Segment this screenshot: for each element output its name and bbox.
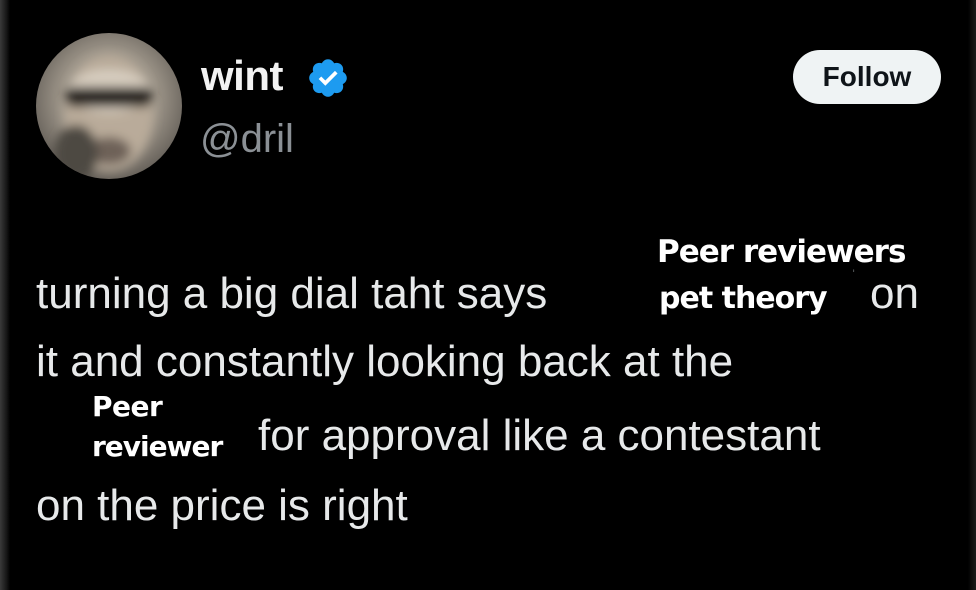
- left-edge-shadow: [0, 0, 10, 590]
- cursor-mark: ˈ: [851, 268, 857, 285]
- tweet-text-line-1-end: on: [870, 269, 919, 318]
- author-handle[interactable]: @dril: [200, 116, 294, 162]
- tweet-text-line-1: turning a big dial taht says: [36, 269, 548, 318]
- overlay-caption-dial-line-2: pet theory: [658, 280, 828, 317]
- author-display-name[interactable]: wint: [201, 52, 283, 100]
- right-edge-shadow: [968, 0, 976, 590]
- tweet-screenshot: wint @dril Follow turning a big dial tah…: [0, 0, 976, 590]
- overlay-caption-audience-line-1: Peer: [91, 389, 163, 424]
- overlay-caption-dial-line-1: Peer reviewers: [656, 233, 907, 271]
- verified-badge-icon: [309, 59, 347, 97]
- follow-button[interactable]: Follow: [793, 50, 941, 104]
- tweet-text-line-3: for approval like a contestant: [258, 411, 821, 460]
- overlay-caption-audience-line-2: reviewer: [91, 429, 224, 464]
- avatar[interactable]: [36, 33, 182, 179]
- tweet-text-line-4: on the price is right: [36, 481, 408, 530]
- tweet-text-line-2: it and constantly looking back at the: [36, 337, 734, 386]
